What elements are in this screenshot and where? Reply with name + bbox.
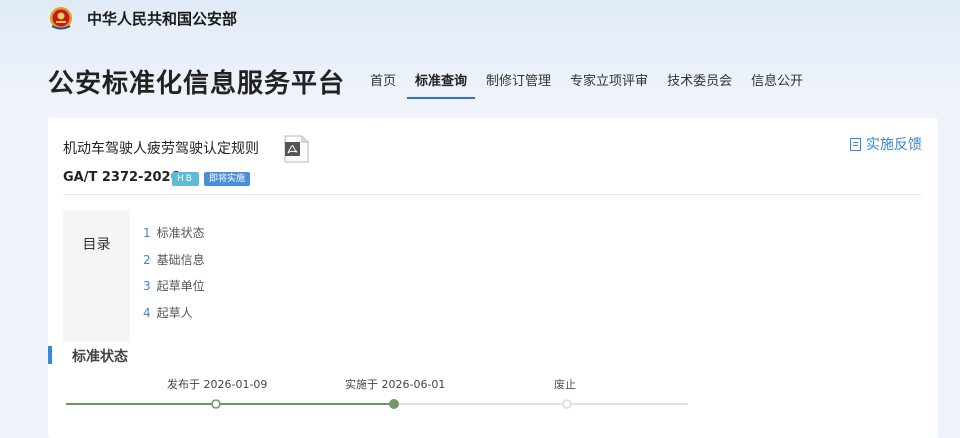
category-badge: HB	[172, 172, 199, 186]
top-bar: 中华人民共和国公安部	[0, 0, 960, 36]
timeline-label-abolished: 废止	[554, 378, 576, 391]
timeline-label-published: 发布于 2026-01-09	[167, 378, 268, 391]
section-marker	[48, 346, 52, 364]
police-emblem-icon	[50, 7, 72, 30]
nav-expert-review[interactable]: 专家立项评审	[570, 66, 648, 99]
timeline-node-published	[211, 399, 221, 409]
toc-label: 目录	[82, 237, 111, 253]
timeline-node-abolished	[562, 399, 572, 409]
status-timeline	[66, 399, 688, 409]
nav-standard-search[interactable]: 标准查询	[407, 66, 476, 99]
nav-home[interactable]: 首页	[370, 66, 396, 99]
implementation-feedback-link[interactable]: 实施反馈	[850, 134, 922, 154]
toc-list: 1 标准状态 2 基础信息 3 起草单位 4 起草人	[143, 224, 205, 330]
status-badge: 即将实施	[204, 172, 251, 186]
nav-info-disclosure[interactable]: 信息公开	[751, 66, 803, 99]
nav-revision-management[interactable]: 制修订管理	[486, 66, 551, 99]
ministry-name: 中华人民共和国公安部	[87, 10, 238, 28]
standard-detail-card: 机动车驾驶人疲劳驾驶认定规则 实施反馈 GA/T 2372-2026 HB 即将…	[48, 118, 938, 438]
document-list-icon	[850, 137, 861, 151]
standard-code: GA/T 2372-2026	[63, 170, 180, 185]
pdf-file-icon[interactable]	[282, 134, 310, 164]
site-header: 公安标准化信息服务平台 首页 标准查询 制修订管理 专家立项评审 技术委员会 信…	[0, 36, 960, 118]
toc-box: 目录	[63, 210, 130, 342]
section-title-status: 标准状态	[72, 349, 128, 365]
standard-title: 机动车驾驶人疲劳驾驶认定规则	[63, 141, 259, 157]
platform-title[interactable]: 公安标准化信息服务平台	[48, 63, 345, 100]
divider	[63, 194, 923, 195]
nav-technical-committee[interactable]: 技术委员会	[667, 66, 732, 99]
toc-item-status[interactable]: 1 标准状态	[143, 224, 205, 251]
toc-item-drafters[interactable]: 4 起草人	[143, 304, 205, 331]
toc-item-drafting-units[interactable]: 3 起草单位	[143, 277, 205, 304]
main-nav: 首页 标准查询 制修订管理 专家立项评审 技术委员会 信息公开	[370, 66, 822, 99]
feedback-label: 实施反馈	[866, 137, 922, 153]
timeline-label-implemented: 实施于 2026-06-01	[345, 378, 446, 391]
timeline-node-implemented	[389, 399, 399, 409]
toc-item-basic-info[interactable]: 2 基础信息	[143, 251, 205, 278]
